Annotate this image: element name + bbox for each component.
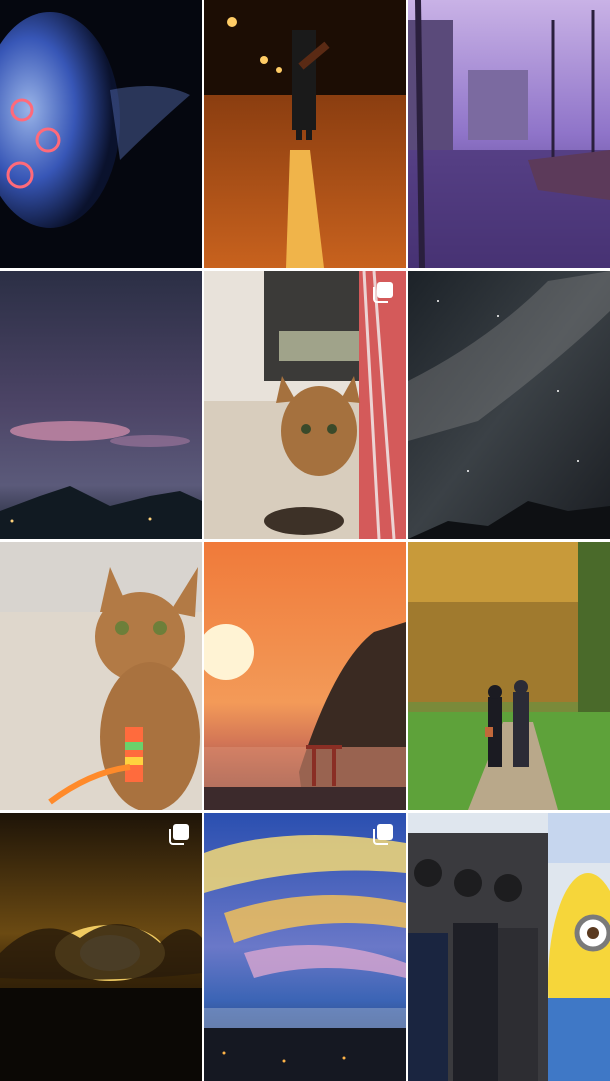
post-tile-sunset-torii[interactable] — [204, 542, 406, 810]
post-tile-cat-rug[interactable] — [204, 271, 406, 539]
post-tile-jellyfish[interactable] — [0, 0, 202, 268]
harbor-photo — [408, 0, 610, 268]
cat-tag-photo — [0, 542, 202, 810]
post-tile-crowd-minion[interactable] — [408, 813, 610, 1081]
post-tile-harbor[interactable] — [408, 0, 610, 268]
post-tile-milky-way[interactable] — [408, 271, 610, 539]
milky-way-photo — [408, 271, 610, 539]
cat-rug-photo — [204, 271, 406, 539]
evening-clouds-photo — [0, 271, 202, 539]
post-tile-sun-clouds[interactable] — [0, 813, 202, 1081]
post-tile-couple-walking[interactable] — [408, 542, 610, 810]
photo-grid — [0, 0, 610, 1081]
multiple-photos-icon — [168, 823, 190, 845]
painted-sky-photo — [204, 813, 406, 1081]
post-tile-painted-sky[interactable] — [204, 813, 406, 1081]
multiple-photos-icon — [372, 823, 394, 845]
sunset-torii-photo — [204, 542, 406, 810]
guitarist-photo — [204, 0, 406, 268]
couple-walking-photo — [408, 542, 610, 810]
post-tile-guitarist[interactable] — [204, 0, 406, 268]
crowd-minion-photo — [408, 813, 610, 1081]
post-tile-evening-clouds[interactable] — [0, 271, 202, 539]
multiple-photos-icon — [372, 281, 394, 303]
sun-clouds-photo — [0, 813, 202, 1081]
jellyfish-photo — [0, 0, 202, 268]
post-tile-cat-tag[interactable] — [0, 542, 202, 810]
